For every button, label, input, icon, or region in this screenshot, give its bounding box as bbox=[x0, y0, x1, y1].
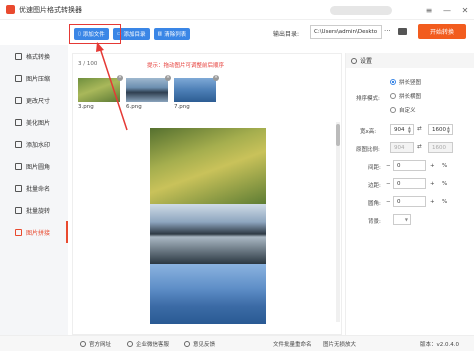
settings-header: 设置 bbox=[346, 53, 474, 68]
ratio-height-value: 1600 bbox=[432, 144, 446, 151]
radius-input[interactable]: 0 bbox=[393, 196, 426, 207]
upscale-label: 图片无损放大 bbox=[323, 342, 357, 348]
minus-icon[interactable]: − bbox=[386, 181, 391, 187]
feedback-label: 意见反馈 bbox=[193, 342, 216, 348]
ratio-label: 原图比例: bbox=[356, 147, 380, 153]
plus-icon[interactable]: + bbox=[430, 163, 435, 169]
mode-label-horizontal: 拼长横图 bbox=[399, 94, 422, 100]
mode-option-vertical[interactable]: 拼长竖图 bbox=[390, 78, 421, 86]
website-label: 官方网址 bbox=[89, 342, 112, 348]
wechat-link[interactable]: 企业微信客服 bbox=[127, 340, 169, 348]
background-color-picker[interactable]: ▼ bbox=[393, 214, 411, 225]
spinner-icon[interactable]: ▲ ▼ bbox=[447, 126, 450, 134]
version-label: 版本：v2.0.4.0 bbox=[420, 342, 459, 348]
ratio-height-input: 1600 bbox=[428, 142, 453, 153]
settings-title: 设置 bbox=[360, 58, 373, 65]
ratio-width-value: 904 bbox=[394, 144, 405, 151]
gap-value: 0 bbox=[397, 162, 401, 169]
status-bar: 官方网址 企业微信客服 意见反馈 文件批量重命名 图片无损放大 版本：v2.0.… bbox=[0, 335, 474, 351]
background-label: 背景: bbox=[368, 219, 381, 225]
mode-label-vertical: 拼长竖图 bbox=[399, 80, 422, 86]
wechat-label: 企业微信客服 bbox=[136, 342, 170, 348]
margin-value: 0 bbox=[397, 180, 401, 187]
gap-label: 间距: bbox=[368, 165, 381, 171]
link-icon: ⇄ bbox=[417, 144, 422, 150]
website-link[interactable]: 官方网址 bbox=[80, 340, 111, 348]
mode-label-custom: 自定义 bbox=[399, 108, 416, 114]
mode-option-horizontal[interactable]: 拼长横图 bbox=[390, 92, 421, 100]
settings-panel: 设置 拼长竖图 排序模式: 拼长横图 自定义 宽x高: 904 ▲ ▼ ⇄ 1600… bbox=[345, 53, 474, 335]
ratio-width-input: 904 bbox=[390, 142, 414, 153]
height-value: 1600 bbox=[432, 126, 446, 133]
batch-rename-link[interactable]: 文件批量重命名 bbox=[273, 340, 312, 348]
chevron-down-icon: ▼ bbox=[404, 217, 408, 222]
radius-unit: % bbox=[442, 199, 448, 205]
chat-icon bbox=[127, 341, 133, 347]
margin-input[interactable]: 0 bbox=[393, 178, 426, 189]
minus-icon[interactable]: − bbox=[386, 199, 391, 205]
plus-icon[interactable]: + bbox=[430, 199, 435, 205]
upscale-link[interactable]: 图片无损放大 bbox=[323, 340, 356, 348]
link-icon[interactable]: ⇄ bbox=[417, 126, 422, 132]
globe-icon bbox=[80, 341, 86, 347]
width-value: 904 bbox=[394, 126, 405, 133]
radius-label: 圆角: bbox=[368, 201, 381, 207]
height-input[interactable]: 1600 ▲ ▼ bbox=[428, 124, 453, 135]
minus-icon[interactable]: − bbox=[386, 163, 391, 169]
width-input[interactable]: 904 ▲ ▼ bbox=[390, 124, 414, 135]
gear-icon bbox=[351, 57, 357, 64]
margin-label: 边距: bbox=[368, 183, 381, 189]
radio-icon bbox=[390, 93, 396, 99]
spinner-icon[interactable]: ▲ ▼ bbox=[408, 126, 411, 134]
margin-unit: % bbox=[442, 181, 448, 187]
plus-icon[interactable]: + bbox=[430, 181, 435, 187]
gap-unit: % bbox=[442, 163, 448, 169]
batch-rename-label: 文件批量重命名 bbox=[273, 342, 312, 348]
radius-value: 0 bbox=[397, 198, 401, 205]
gap-input[interactable]: 0 bbox=[393, 160, 426, 171]
mode-option-custom[interactable]: 自定义 bbox=[390, 106, 416, 114]
version-info: 版本：v2.0.4.0 bbox=[420, 340, 459, 348]
radio-icon bbox=[390, 79, 396, 85]
feedback-icon bbox=[184, 341, 190, 347]
mode-label: 排序模式: bbox=[356, 96, 380, 102]
size-label: 宽x高: bbox=[360, 129, 377, 135]
radio-icon bbox=[390, 107, 396, 113]
feedback-link[interactable]: 意见反馈 bbox=[184, 340, 215, 348]
